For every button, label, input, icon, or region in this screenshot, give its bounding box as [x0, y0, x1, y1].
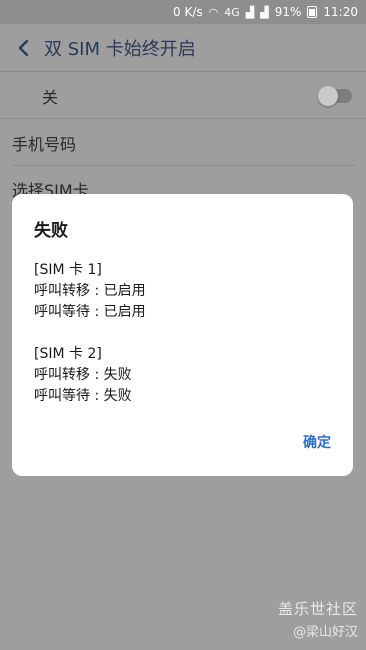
dual-sim-switch[interactable]	[318, 85, 352, 106]
signal-icon: ▟	[245, 5, 255, 19]
settings-item-phone-number[interactable]: 手机号码	[12, 120, 356, 166]
app-bar: 双 SIM 卡始终开启	[0, 24, 366, 72]
watermark-site: 盖乐世社区	[277, 600, 358, 618]
dialog-title: 失败	[34, 221, 68, 241]
watermark-author: @梁山好汉	[292, 625, 358, 640]
dialog-message: [SIM 卡 1] 呼叫转移 : 已启用 呼叫等待 : 已启用 [SIM 卡 2…	[34, 260, 146, 407]
sim1-call-forwarding: 呼叫转移 : 已启用	[34, 283, 146, 299]
network-speed: 0 K/s	[173, 5, 203, 19]
clock: 11:20	[323, 5, 358, 19]
settings-item-label: 手机号码	[12, 134, 77, 154]
sim1-header: [SIM 卡 1]	[34, 262, 102, 278]
confirm-button[interactable]: 确定	[301, 428, 333, 456]
signal-icon-2: ▟	[260, 5, 269, 19]
sim2-call-waiting: 呼叫等待 : 失败	[34, 388, 132, 404]
watermark: 盖乐世社区 @梁山好汉	[278, 598, 358, 640]
sim2-header: [SIM 卡 2]	[34, 346, 102, 362]
switch-knob	[318, 85, 338, 106]
sim1-call-waiting: 呼叫等待 : 已启用	[34, 304, 146, 320]
page-title: 双 SIM 卡始终开启	[44, 38, 196, 60]
battery-percent: 91%	[274, 5, 302, 19]
toggle-label: 关	[42, 87, 59, 107]
status-bar: 0 K/s ◠ 4G ▟ ▟ 91% 11:20	[0, 0, 366, 24]
sim2-call-forwarding: 呼叫转移 : 失败	[34, 367, 132, 383]
wifi-icon: ◠	[208, 5, 219, 19]
failure-dialog: 失败 [SIM 卡 1] 呼叫转移 : 已启用 呼叫等待 : 已启用 [SIM …	[12, 194, 353, 476]
back-arrow-icon[interactable]	[10, 34, 38, 62]
dual-sim-toggle-row[interactable]: 关	[0, 73, 366, 119]
network-type-icon: 4G	[224, 5, 240, 19]
battery-icon	[307, 6, 318, 18]
